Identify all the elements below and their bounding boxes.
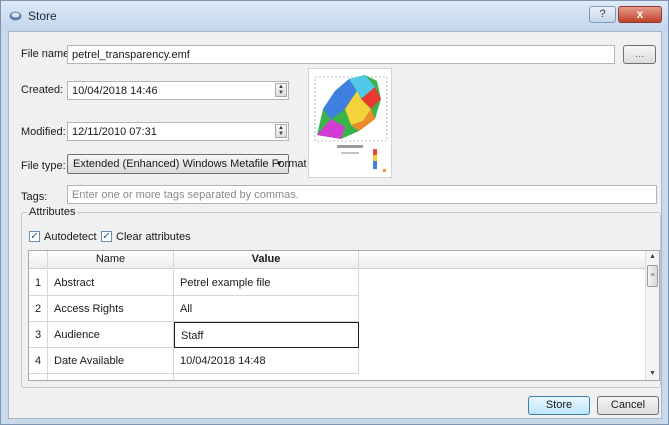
table-row[interactable]: 1 Abstract Petrel example file [29,270,647,296]
attribute-name-cell[interactable]: Date Available [48,348,174,374]
modified-datetime-input[interactable]: 12/11/2010 07:31 [67,122,289,141]
created-spinner[interactable]: ▲ ▼ [275,83,287,97]
close-icon: x [636,7,644,21]
dialog-body: File name: petrel_transparency.emf ... C… [8,31,662,419]
attribute-name-cell[interactable]: Access Rights [48,296,174,322]
autodetect-label: Autodetect [44,231,97,243]
tags-input[interactable]: Enter one or more tags separated by comm… [67,185,657,204]
row-number: 3 [29,322,48,348]
attributes-table: Name Value 1 Abstract Petrel example fil… [28,250,660,381]
row-number: 1 [29,270,48,296]
scroll-up-icon[interactable]: ▲ [646,251,659,263]
chevron-down-icon: ▼ [275,159,283,168]
row-number: 4 [29,348,48,374]
close-button[interactable]: x [618,6,662,23]
row-number [29,374,48,380]
store-button[interactable]: Store [528,396,590,415]
modified-label: Modified: [21,126,66,138]
scroll-down-icon[interactable]: ▼ [646,368,659,380]
row-number: 2 [29,296,48,322]
created-label: Created: [21,84,64,96]
help-button[interactable]: ? [589,6,616,23]
attribute-value-cell[interactable]: Staff [174,322,359,348]
column-header-value[interactable]: Value [174,251,359,269]
table-row[interactable]: 2 Access Rights All [29,296,647,322]
file-name-label: File name: [21,48,73,60]
file-type-value: Extended (Enhanced) Windows Metafile For… [73,158,307,170]
file-name-input[interactable]: petrel_transparency.emf [67,45,615,64]
attribute-value-cell[interactable]: All [174,296,359,322]
column-header-name[interactable]: Name [48,251,174,269]
clear-attributes-checkbox[interactable]: ✓ [101,231,112,242]
attribute-name-cell[interactable]: Abstract [48,270,174,296]
question-icon: ? [599,8,606,20]
title-bar[interactable]: Store ? x [1,1,668,31]
autodetect-checkbox[interactable]: ✓ [29,231,40,242]
clear-attributes-label: Clear attributes [116,231,191,243]
store-dialog: Store ? x File name: petrel_transparency… [0,0,669,425]
modified-spinner[interactable]: ▲ ▼ [275,124,287,138]
row-number-header [29,251,48,269]
preview-image [314,75,388,172]
attribute-name-cell[interactable]: Audience [48,322,174,348]
table-row[interactable]: 3 Audience Staff [29,322,647,348]
table-scrollbar[interactable]: ▲ ≡ ▼ [645,251,659,380]
cancel-button[interactable]: Cancel [597,396,659,415]
attribute-value-cell[interactable]: Petrel example file [174,270,359,296]
storage-icon [9,11,22,21]
file-type-select[interactable]: Extended (Enhanced) Windows Metafile For… [67,154,307,174]
table-row[interactable]: 4 Date Available 10/04/2018 14:48 [29,348,647,374]
window-title: Store [28,9,57,23]
file-preview-thumbnail [308,68,392,178]
created-datetime-input[interactable]: 10/04/2018 14:46 [67,81,289,100]
scrollbar-thumb[interactable]: ≡ [647,265,658,287]
browse-button[interactable]: ... [623,45,656,64]
tags-label: Tags: [21,191,48,203]
file-type-label: File type: [21,160,66,172]
table-header: Name Value [29,251,647,269]
attribute-value-cell[interactable]: 10/04/2018 14:48 [174,348,359,374]
attribute-name-cell[interactable] [48,374,174,380]
table-row[interactable] [29,374,647,380]
attributes-group-title: Attributes [27,206,78,218]
